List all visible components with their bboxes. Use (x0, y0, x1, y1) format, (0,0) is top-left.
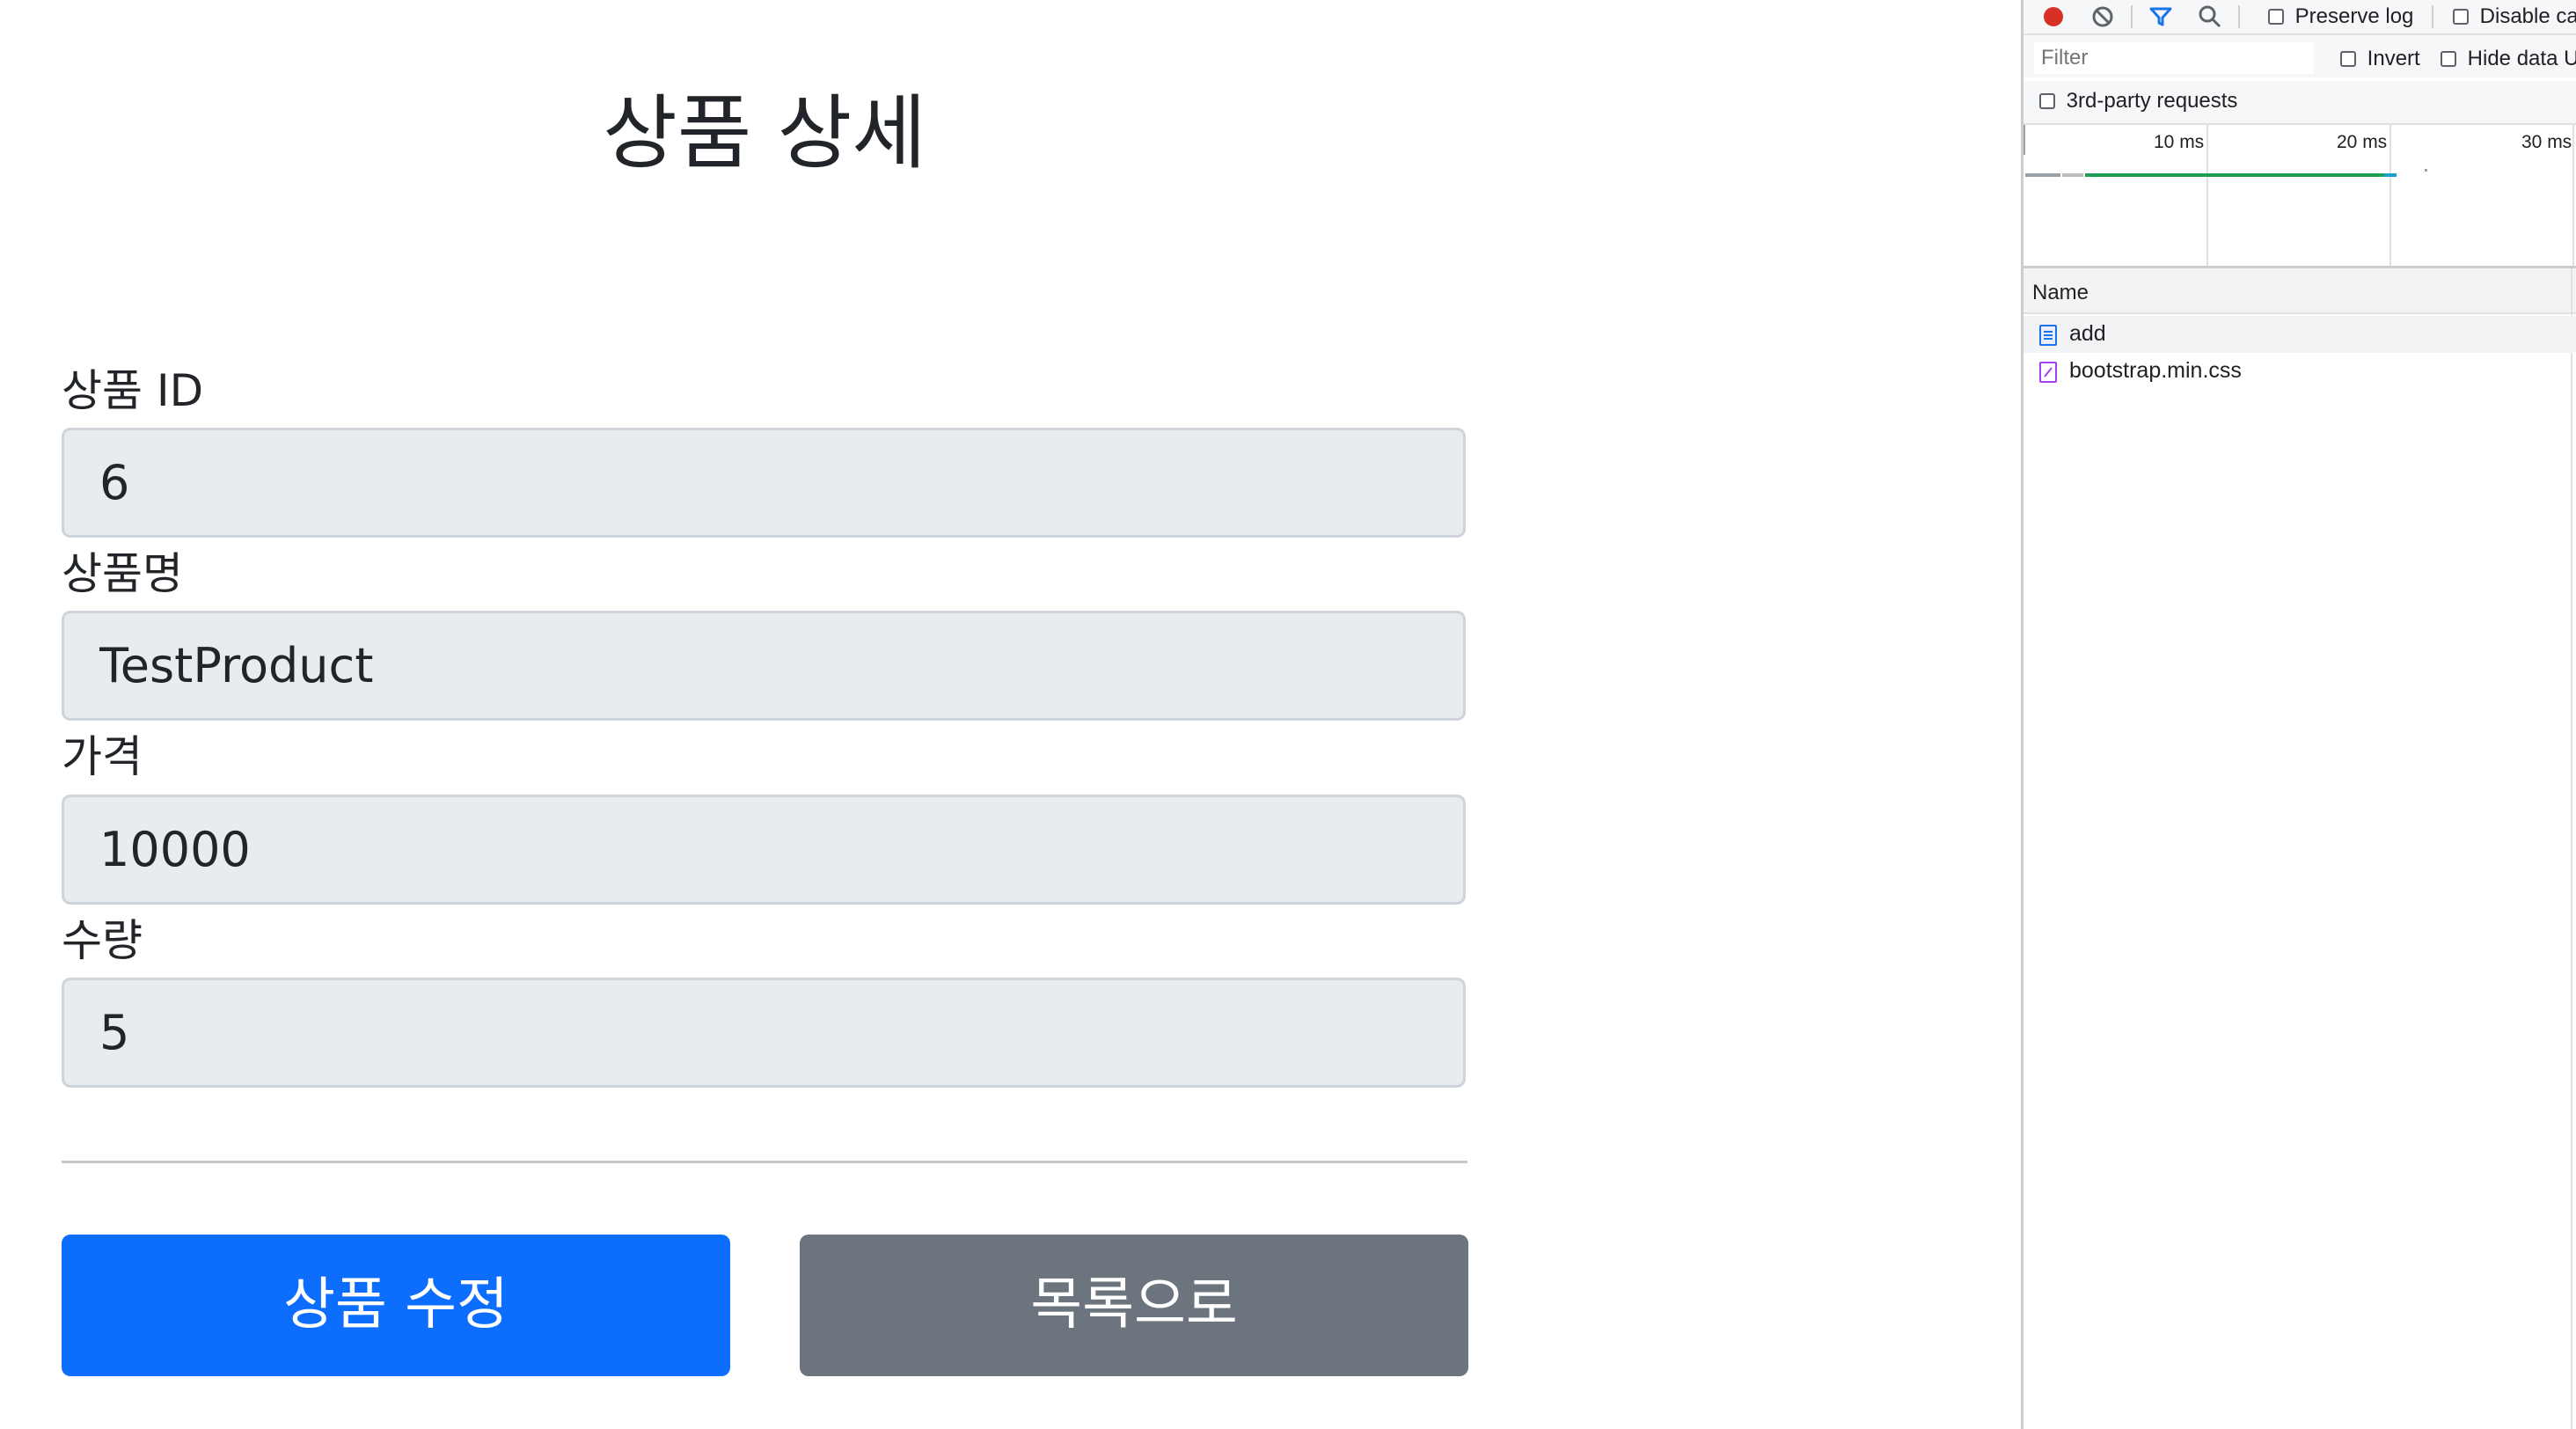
clear-icon[interactable] (2090, 4, 2115, 35)
back-to-list-button[interactable]: 목록으로 (800, 1235, 1468, 1376)
invert-checkbox[interactable] (2340, 50, 2356, 67)
timeline-gridline (2572, 125, 2574, 266)
disable-cache-checkbox[interactable] (2453, 8, 2469, 25)
edit-product-button[interactable]: 상품 수정 (62, 1235, 730, 1376)
name-header-label: Name (2032, 281, 2089, 304)
search-icon[interactable] (2198, 4, 2222, 35)
third-party-checkbox[interactable] (2039, 92, 2055, 109)
hide-data-urls-checkbox[interactable] (2441, 50, 2456, 67)
hide-data-urls-toggle[interactable]: Hide data U (2441, 46, 2576, 71)
timeline-overview[interactable]: 10 ms 20 ms 30 ms (2023, 125, 2576, 268)
name-column-header[interactable]: Name (2023, 268, 2576, 314)
third-party-label: 3rd-party requests (2066, 88, 2238, 113)
price-field[interactable] (62, 795, 1466, 905)
filter-input[interactable] (2034, 42, 2314, 74)
quantity-field[interactable] (62, 978, 1466, 1088)
invert-label: Invert (2367, 46, 2420, 70)
waterfall-bar-stalled (2062, 173, 2083, 177)
toolbar-separator (2432, 5, 2433, 28)
timeline-tick-label: 30 ms (2521, 132, 2572, 152)
document-icon (2039, 325, 2057, 346)
product-id-label: 상품 ID (62, 365, 204, 416)
hide-data-urls-label: Hide data U (2467, 46, 2576, 70)
disable-cache-toggle[interactable]: Disable ca (2453, 4, 2576, 29)
preserve-log-checkbox[interactable] (2268, 8, 2284, 25)
waterfall-dot (2425, 169, 2427, 172)
waterfall-bar-download (2384, 173, 2397, 177)
toolbar-separator (2238, 5, 2240, 28)
product-name-field[interactable] (62, 611, 1466, 721)
timeline-gridline (2206, 125, 2208, 266)
request-name: add (2069, 321, 2106, 346)
price-label: 가격 (62, 731, 143, 782)
product-name-label: 상품명 (62, 548, 183, 599)
preserve-log-toggle[interactable]: Preserve log (2268, 4, 2413, 29)
product-id-field[interactable] (62, 428, 1466, 538)
devtools-network-panel: Preserve log Disable ca Invert Hide data… (2021, 0, 2576, 1429)
request-row[interactable]: add (2023, 316, 2576, 353)
timeline-gridline (2389, 125, 2391, 266)
stylesheet-icon (2039, 362, 2057, 383)
filter-icon[interactable] (2148, 4, 2173, 35)
page-title: 상품 상세 (603, 86, 926, 180)
disable-cache-label: Disable ca (2479, 4, 2576, 28)
timeline-tick-label: 10 ms (2154, 132, 2205, 152)
divider (62, 1161, 1467, 1163)
quantity-label: 수량 (62, 915, 143, 966)
toolbar-separator (2131, 5, 2133, 28)
request-row[interactable]: bootstrap.min.css (2023, 353, 2576, 390)
timeline-start-marker (2023, 125, 2025, 155)
invert-toggle[interactable]: Invert (2340, 46, 2420, 71)
network-toolbar: Preserve log Disable ca (2023, 0, 2576, 35)
record-icon[interactable] (2041, 4, 2066, 35)
third-party-toggle[interactable]: 3rd-party requests (2039, 88, 2237, 114)
waterfall-bar-waiting (2085, 173, 2384, 177)
waterfall-bar-queued (2025, 173, 2060, 177)
request-name: bootstrap.min.css (2069, 358, 2242, 383)
preserve-log-label: Preserve log (2294, 4, 2414, 28)
timeline-tick-label: 20 ms (2337, 132, 2388, 152)
column-divider (2571, 268, 2572, 1429)
product-detail-page: 상품 상세 상품 ID 상품명 가격 수량 상품 수정 목록으로 (0, 0, 2021, 1429)
